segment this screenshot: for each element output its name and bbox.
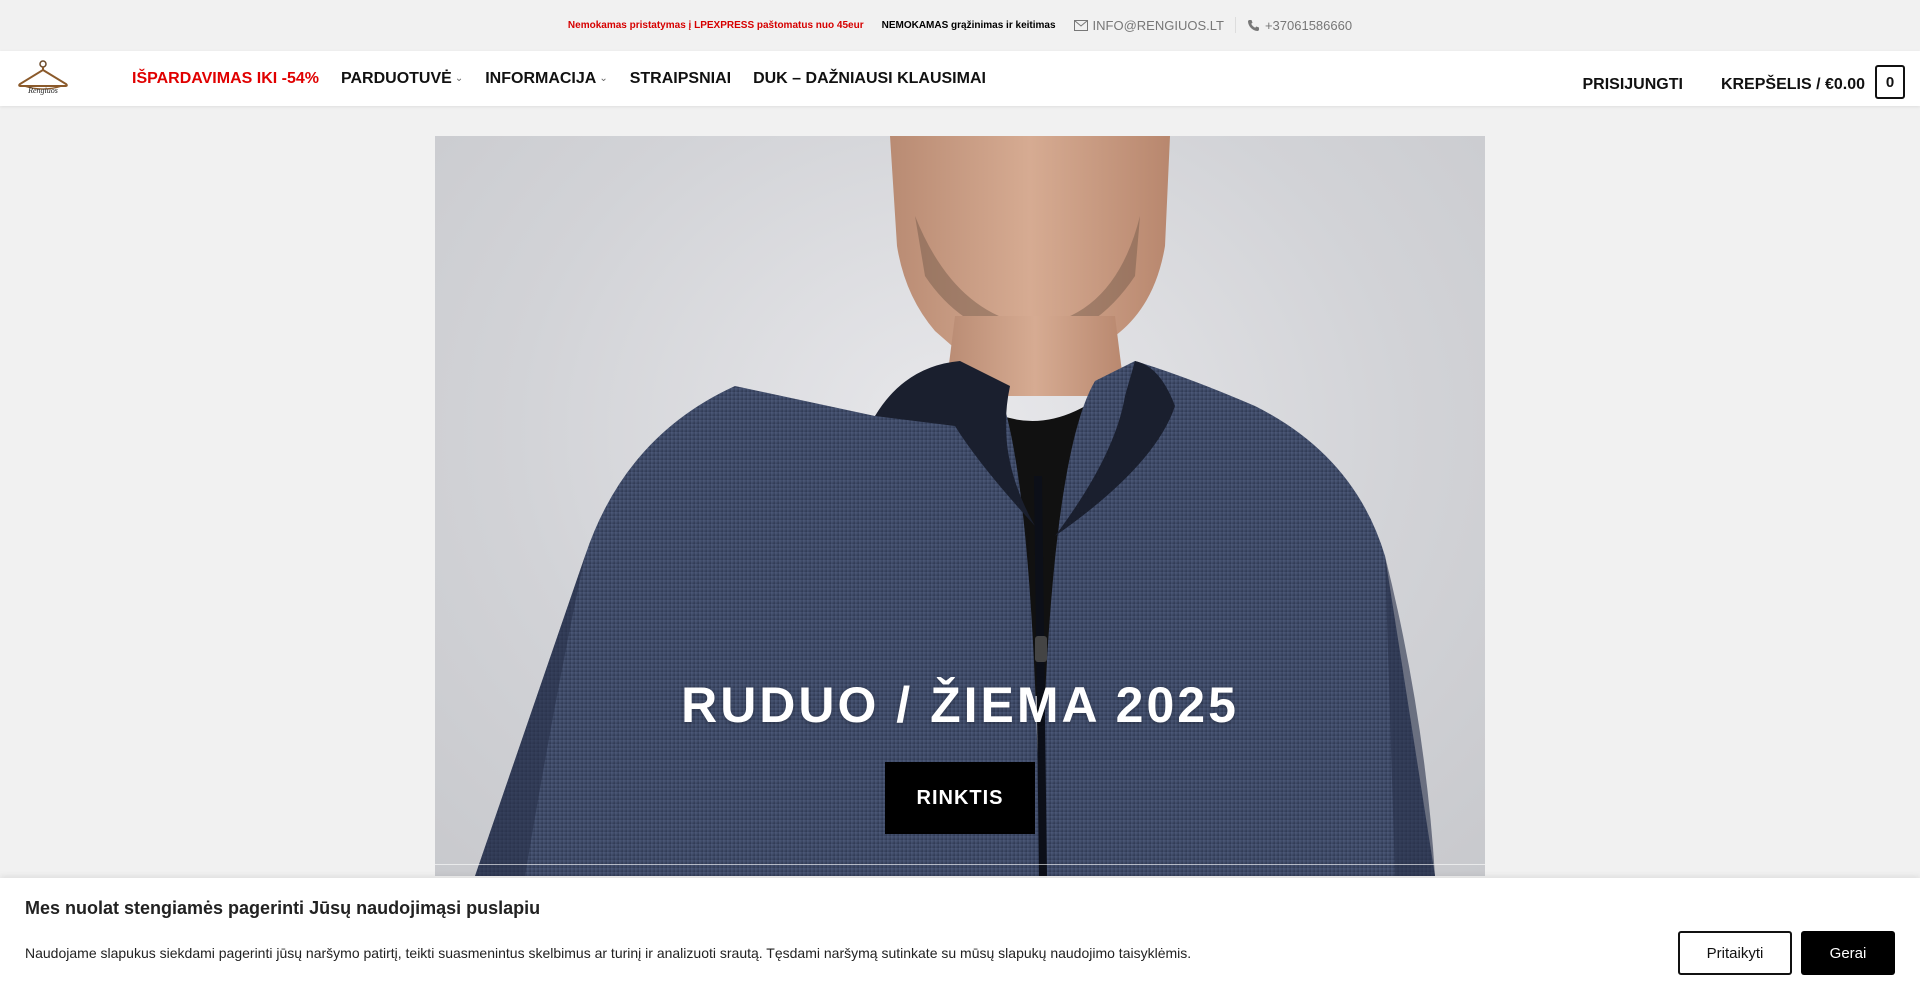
login-link[interactable]: PRISIJUNGTI <box>1582 68 1682 94</box>
hanger-logo-icon: Rengiuos <box>18 60 68 95</box>
hero-divider <box>435 864 1485 865</box>
promo-returns: NEMOKAMAS grąžinimas ir keitimas <box>881 19 1056 31</box>
shop-now-button[interactable]: RINKTIS <box>885 762 1035 834</box>
nav-item-faq[interactable]: DUK – DAŽNIAUSI KLAUSIMAI <box>753 70 986 88</box>
chevron-down-icon: ⌄ <box>454 73 464 84</box>
phone-link[interactable]: +37061586660 <box>1247 18 1352 33</box>
cookie-text: Naudojame slapukus siekdami pagerinti jū… <box>25 945 1192 961</box>
nav-label: IŠPARDAVIMAS IKI -54% <box>132 69 319 87</box>
nav-label: PARDUOTUVĖ <box>341 69 452 87</box>
envelope-icon <box>1073 19 1088 31</box>
site-logo[interactable]: Rengiuos <box>16 59 70 99</box>
nav-label: DUK – DAŽNIAUSI KLAUSIMAI <box>753 69 986 87</box>
hero-title: RUDUO / ŽIEMA 2025 <box>681 677 1239 733</box>
email-link[interactable]: INFO@RENGIUOS.LT <box>1073 17 1224 33</box>
nav-item-shop[interactable]: PARDUOTUVĖ ⌄ <box>341 70 463 88</box>
cookie-banner: Mes nuolat stengiamės pagerinti Jūsų nau… <box>0 878 1920 993</box>
phone-text: +37061586660 <box>1264 17 1353 33</box>
cookie-title: Mes nuolat stengiamės pagerinti Jūsų nau… <box>25 898 541 918</box>
email-text: INFO@RENGIUOS.LT <box>1092 17 1224 33</box>
nav-item-info[interactable]: INFORMACIJA ⌄ <box>485 70 608 88</box>
phone-icon <box>1247 19 1259 31</box>
nav-label: INFORMACIJA <box>485 69 597 87</box>
nav-item-sale[interactable]: IŠPARDAVIMAS IKI -54% <box>132 70 319 88</box>
site-header: Rengiuos IŠPARDAVIMAS IKI -54% PARDUOTUV… <box>0 51 1920 106</box>
nav-item-articles[interactable]: STRAIPSNIAI <box>630 70 731 88</box>
customize-button[interactable]: Pritaikyti <box>1678 931 1792 975</box>
cart-link[interactable]: KREPŠELIS / €0.00 <box>1721 68 1865 94</box>
divider <box>1234 17 1236 33</box>
top-bar: Nemokamas pristatymas į LPEXPRESS paštom… <box>0 0 1920 50</box>
main-nav: IŠPARDAVIMAS IKI -54% PARDUOTUVĖ ⌄ INFOR… <box>132 51 1008 106</box>
promo-delivery: Nemokamas pristatymas į LPEXPRESS paštom… <box>567 19 864 31</box>
chevron-down-icon: ⌄ <box>599 73 608 84</box>
accept-button[interactable]: Gerai <box>1801 931 1895 975</box>
svg-text:Rengiuos: Rengiuos <box>27 86 58 95</box>
hero-banner: RUDUO / ŽIEMA 2025 RINKTIS <box>435 136 1485 876</box>
nav-label: STRAIPSNIAI <box>629 69 732 87</box>
cart-count-badge[interactable]: 0 <box>1875 65 1905 99</box>
header-actions: PRISIJUNGTI KREPŠELIS / €0.00 0 <box>1582 61 1905 101</box>
